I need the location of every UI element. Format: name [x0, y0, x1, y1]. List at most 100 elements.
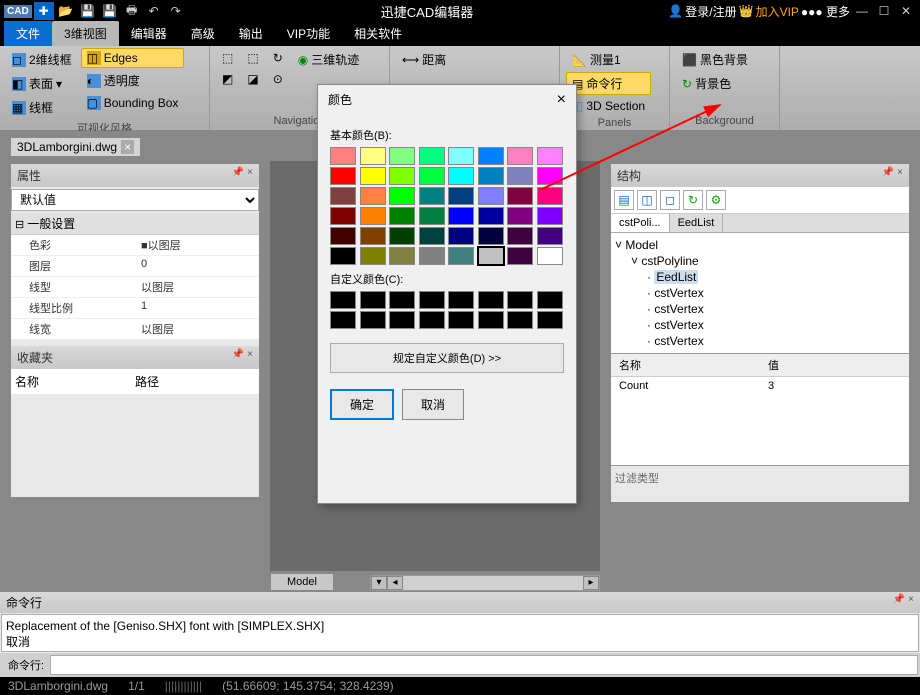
btn-edges[interactable]: ◫Edges [81, 48, 185, 68]
struct-tool-3[interactable]: ◻ [660, 190, 680, 210]
props-row[interactable]: 图层0 [11, 256, 259, 277]
undo-icon[interactable]: ↶ [144, 2, 164, 20]
nav-icon-3[interactable]: ↻ [267, 48, 289, 68]
btn-bgcolor[interactable]: ↻背景色 [676, 72, 754, 95]
struct-tool-4[interactable]: ↻ [683, 190, 703, 210]
menu-file[interactable]: 文件 [4, 21, 52, 46]
color-swatch[interactable] [507, 207, 533, 225]
scroll-right-icon[interactable]: ▸ [583, 576, 599, 590]
h-scrollbar[interactable]: ▾ ◂ ▸ [370, 575, 600, 591]
custom-color-swatch[interactable] [389, 291, 415, 309]
vip-link[interactable]: 加入VIP [756, 3, 799, 20]
color-swatch[interactable] [419, 167, 445, 185]
btn-3dsection[interactable]: ◫3D Section [566, 96, 651, 116]
custom-color-swatch[interactable] [419, 311, 445, 329]
close-button[interactable]: ✕ [896, 2, 916, 20]
struct-tool-1[interactable]: ▤ [614, 190, 634, 210]
custom-color-swatch[interactable] [448, 291, 474, 309]
color-swatch[interactable] [389, 227, 415, 245]
color-swatch[interactable] [507, 227, 533, 245]
custom-color-swatch[interactable] [389, 311, 415, 329]
menu-3dview[interactable]: 3维视图 [52, 21, 119, 46]
ok-button[interactable]: 确定 [330, 389, 394, 420]
color-swatch[interactable] [478, 187, 504, 205]
nav-icon-5[interactable]: ◪ [241, 69, 264, 89]
color-swatch[interactable] [360, 187, 386, 205]
color-swatch[interactable] [507, 167, 533, 185]
color-swatch[interactable] [330, 227, 356, 245]
login-link[interactable]: 登录/注册 [685, 3, 736, 20]
color-swatch[interactable] [537, 247, 563, 265]
nav-icon-2[interactable]: ⬚ [241, 48, 264, 68]
custom-color-swatch[interactable] [448, 311, 474, 329]
props-row[interactable]: 线型比例1 [11, 298, 259, 319]
color-swatch[interactable] [448, 187, 474, 205]
cancel-button[interactable]: 取消 [402, 389, 464, 420]
color-swatch[interactable] [478, 247, 504, 265]
custom-color-swatch[interactable] [537, 311, 563, 329]
btn-2dwire[interactable]: ◻2维线框 [6, 48, 78, 71]
btn-measure[interactable]: 📐测量1 [566, 48, 651, 71]
custom-color-swatch[interactable] [537, 291, 563, 309]
color-swatch[interactable] [330, 147, 356, 165]
props-section-general[interactable]: ⊟ 一般设置 [11, 213, 259, 235]
define-custom-button[interactable]: 规定自定义颜色(D) >> [330, 343, 564, 373]
color-swatch[interactable] [360, 247, 386, 265]
btn-cmdline[interactable]: ▤命令行 [566, 72, 651, 95]
color-swatch[interactable] [448, 227, 474, 245]
color-swatch[interactable] [507, 147, 533, 165]
btn-surface[interactable]: ◧表面 ▾ [6, 72, 78, 95]
btn-transparency[interactable]: ◐透明度 [81, 69, 185, 92]
color-swatch[interactable] [419, 247, 445, 265]
new-icon[interactable]: ✚ [34, 2, 54, 20]
model-tab[interactable]: Model [270, 573, 334, 591]
scroll-config-icon[interactable]: ▾ [371, 576, 387, 590]
color-swatch[interactable] [537, 147, 563, 165]
redo-icon[interactable]: ↷ [166, 2, 186, 20]
color-swatch[interactable] [448, 147, 474, 165]
struct-tool-5[interactable]: ⚙ [706, 190, 726, 210]
menu-advanced[interactable]: 高级 [179, 21, 227, 46]
color-swatch[interactable] [389, 147, 415, 165]
color-swatch[interactable] [330, 167, 356, 185]
menu-related[interactable]: 相关软件 [342, 21, 414, 46]
props-row[interactable]: 线宽以图层 [11, 319, 259, 340]
menu-output[interactable]: 输出 [227, 21, 275, 46]
color-swatch[interactable] [537, 227, 563, 245]
props-row[interactable]: 色彩■以图层 [11, 235, 259, 256]
more-link[interactable]: ●●● 更多 [801, 3, 850, 20]
scroll-left-icon[interactable]: ◂ [387, 576, 403, 590]
custom-color-swatch[interactable] [507, 291, 533, 309]
color-swatch[interactable] [360, 207, 386, 225]
color-swatch[interactable] [419, 207, 445, 225]
props-default-combo[interactable]: 默认值 [11, 189, 259, 211]
color-swatch[interactable] [419, 187, 445, 205]
custom-color-swatch[interactable] [478, 311, 504, 329]
btn-3dtrack[interactable]: ◉三维轨迹 [292, 48, 366, 71]
color-swatch[interactable] [507, 187, 533, 205]
struct-tab-poli[interactable]: cstPoli... [611, 214, 670, 232]
color-swatch[interactable] [389, 187, 415, 205]
saveas-icon[interactable]: 💾 [100, 2, 120, 20]
btn-distance[interactable]: ⟷距离 [396, 48, 452, 71]
color-swatch[interactable] [389, 167, 415, 185]
btn-wireframe[interactable]: ▦线框 [6, 96, 78, 119]
close-doc-icon[interactable]: × [121, 140, 134, 154]
nav-icon-6[interactable]: ⊙ [267, 69, 289, 89]
color-swatch[interactable] [537, 207, 563, 225]
color-swatch[interactable] [360, 227, 386, 245]
save-icon[interactable]: 💾 [78, 2, 98, 20]
menu-editor[interactable]: 编辑器 [119, 21, 179, 46]
color-swatch[interactable] [478, 167, 504, 185]
custom-color-swatch[interactable] [360, 311, 386, 329]
document-tab[interactable]: 3DLamborgini.dwg × [10, 137, 141, 157]
custom-color-swatch[interactable] [330, 291, 356, 309]
color-swatch[interactable] [360, 147, 386, 165]
nav-icon-4[interactable]: ◩ [216, 69, 239, 89]
color-swatch[interactable] [330, 207, 356, 225]
color-swatch[interactable] [537, 167, 563, 185]
color-swatch[interactable] [360, 167, 386, 185]
struct-tab-eed[interactable]: EedList [670, 214, 724, 232]
color-swatch[interactable] [330, 247, 356, 265]
color-swatch[interactable] [448, 207, 474, 225]
